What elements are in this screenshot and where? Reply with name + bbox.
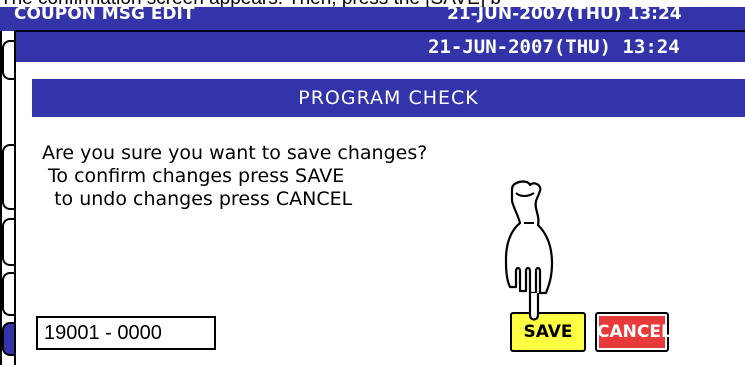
code-field: 19001 - 0000 [36,316,216,350]
background-window-title: COUPON MSG EDIT [14,7,195,24]
message-line: to undo changes press CANCEL [42,188,353,210]
background-window-header: COUPON MSG EDIT 21-JUN-2007(THU) 13:24 [0,7,745,31]
pointing-hand-icon [504,180,554,321]
dialog-header: 21-JUN-2007(THU) 13:24 [16,32,745,62]
confirmation-message: Are you sure you want to save changes? T… [42,142,427,211]
cancel-button[interactable]: CANCEL [595,312,672,352]
background-window-datetime: 21-JUN-2007(THU) 13:24 [447,7,682,24]
dialog-title: PROGRAM CHECK [32,79,745,117]
message-line: To confirm changes press SAVE [42,165,345,187]
dialog-datetime: 21-JUN-2007(THU) 13:24 [428,36,680,58]
message-line: Are you sure you want to save changes? [42,142,428,164]
